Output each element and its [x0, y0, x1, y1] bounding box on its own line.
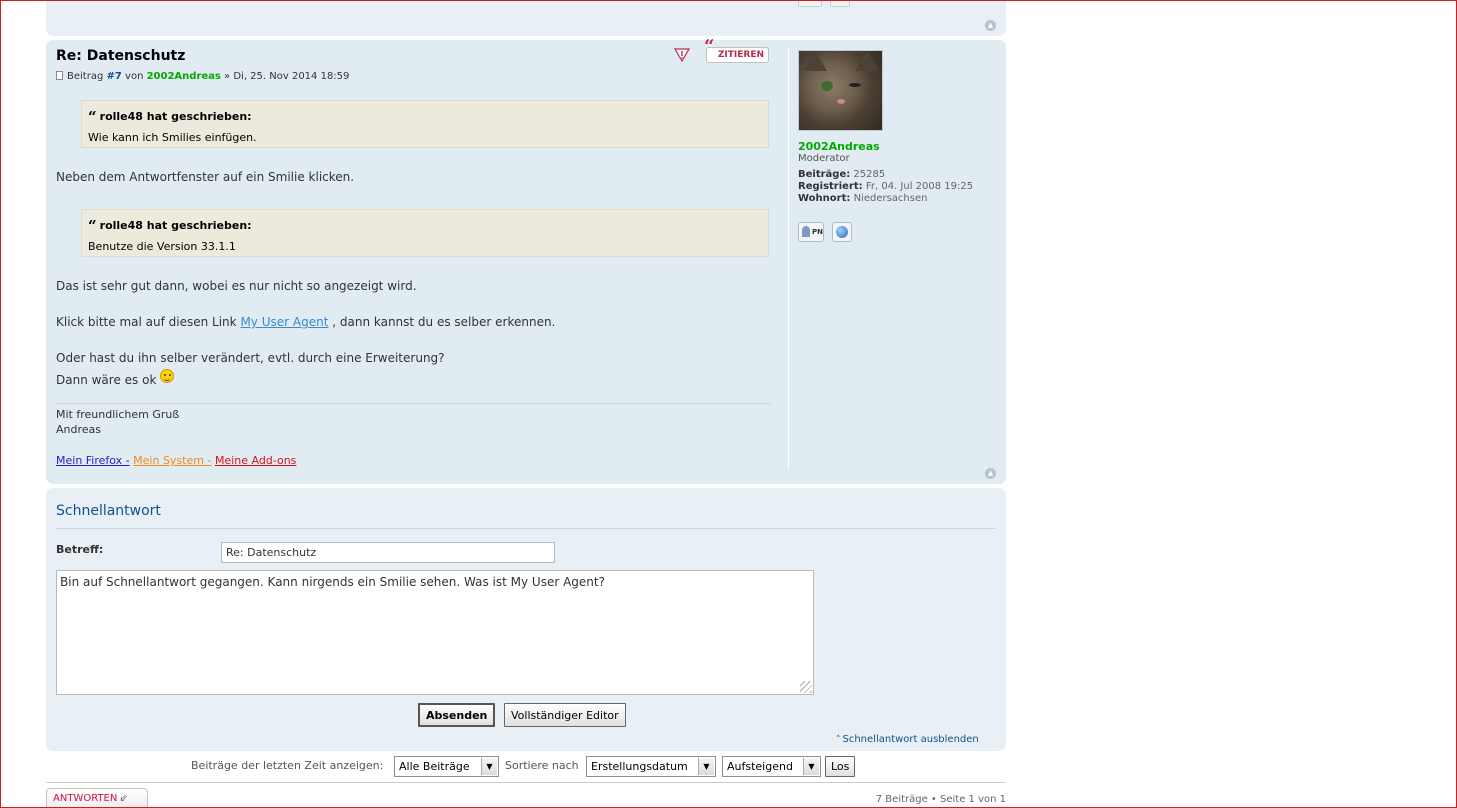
quote-block: “rolle48 hat geschrieben: Wie kann ich S… — [81, 100, 769, 148]
profile-location: Wohnort: Niedersachsen — [798, 193, 927, 204]
link-outro-text: , dann kannst du es selber erkennen. — [332, 315, 556, 329]
post-author-line: Beitrag #7 von 2002Andreas » Di, 25. Nov… — [56, 71, 349, 82]
quick-reply-divider — [56, 528, 996, 529]
chevron-down-icon: ▼ — [481, 758, 497, 775]
pagination-info: 7 Beiträge • Seite 1 von 1 — [875, 794, 1006, 805]
profile-posts-label: Beiträge: — [798, 169, 851, 180]
chevron-down-icon: ▼ — [803, 758, 819, 775]
signature-line: Andreas — [56, 423, 101, 436]
profile-registered-label: Registriert: — [798, 181, 863, 192]
signature-link-firefox[interactable]: Mein Firefox - — [56, 454, 130, 467]
chevron-down-icon: ▼ — [698, 758, 714, 775]
post-action-icon[interactable] — [798, 0, 822, 7]
post-number-link[interactable]: #7 — [107, 71, 122, 82]
sort-bar: Beiträge der letzten Zeit anzeigen: Alle… — [46, 755, 1006, 779]
post-prefix: Beitrag — [67, 71, 104, 82]
profile-username[interactable]: 2002Andreas — [798, 140, 880, 153]
quote-cite: “rolle48 hat geschrieben: — [88, 108, 762, 126]
signature-divider — [56, 403, 771, 404]
go-button[interactable]: Los — [825, 756, 856, 777]
full-editor-button[interactable]: Vollständiger Editor — [504, 703, 626, 727]
private-message-icon[interactable]: PN — [798, 222, 824, 242]
display-days-label: Beiträge der letzten Zeit anzeigen: — [191, 759, 384, 772]
profile-posts-value: 25285 — [853, 169, 886, 180]
link-intro-text: Klick bitte mal auf diesen Link — [56, 315, 237, 329]
reply-button-label: ANTWORTEN — [53, 793, 118, 804]
sort-key-value: Erstellungsdatum — [591, 760, 688, 773]
hide-quick-reply-link[interactable]: ˄ Schnellantwort ausblenden — [836, 734, 979, 745]
back-to-top-icon[interactable]: ▲ — [985, 20, 996, 31]
profile-registered-value: Fr, 04. Jul 2008 19:25 — [865, 181, 974, 192]
submit-button[interactable]: Absenden — [418, 703, 496, 727]
by-label: von — [125, 71, 144, 82]
private-message-label: PN — [812, 228, 823, 236]
quote-button[interactable]: “ ZITIEREN — [704, 38, 769, 63]
signature-link-system[interactable]: Mein System - — [133, 454, 211, 467]
profile-location-value: Niedersachsen — [853, 193, 928, 204]
display-days-select[interactable]: Alle Beiträge ▼ — [394, 756, 499, 777]
quote-mark-icon: “ — [88, 108, 97, 126]
quote-cite-text: rolle48 hat geschrieben: — [99, 110, 252, 123]
resize-grip-icon[interactable] — [800, 681, 812, 693]
author-profile: 2002Andreas Moderator Beiträge: 25285 Re… — [788, 48, 998, 470]
subject-label: Betreff: — [56, 543, 104, 556]
quote-block: “rolle48 hat geschrieben: Benutze die Ve… — [81, 209, 769, 257]
post-paragraph: Oder hast du ihn selber verändert, evtl.… — [56, 351, 445, 365]
message-textarea[interactable]: Bin auf Schnellantwort gegangen. Kann ni… — [56, 570, 814, 695]
signature-links: Mein Firefox - Mein System - Meine Add-o… — [56, 454, 296, 467]
post-line-text: Dann wäre es ok — [56, 373, 157, 387]
user-agent-link[interactable]: My User Agent — [240, 315, 328, 329]
quote-button-label: ZITIEREN — [717, 50, 764, 60]
quote-mark-icon: “ — [88, 217, 97, 235]
post-paragraph: Klick bitte mal auf diesen Link My User … — [56, 315, 555, 329]
wink-smiley-icon — [160, 369, 175, 383]
quick-reply-panel: Schnellantwort Betreff: Bin auf Schnella… — [46, 488, 1006, 751]
profile-registered: Registriert: Fr, 04. Jul 2008 19:25 — [798, 181, 973, 192]
sort-direction-select[interactable]: Aufsteigend ▼ — [722, 756, 821, 777]
reply-arrow-icon: ⇙ — [119, 793, 128, 804]
profile-rank: Moderator — [798, 153, 850, 164]
quote-text: Wie kann ich Smilies einfügen. — [88, 131, 257, 144]
sort-direction-value: Aufsteigend — [727, 760, 793, 773]
author-link[interactable]: 2002Andreas — [147, 71, 221, 82]
bottom-divider — [46, 782, 1006, 783]
display-days-value: Alle Beiträge — [399, 760, 470, 773]
post-paragraph: Neben dem Antwortfenster auf ein Smilie … — [56, 170, 355, 184]
quote-text: Benutze die Version 33.1.1 — [88, 240, 236, 253]
previous-post-panel: ▲ — [46, 0, 1006, 36]
quote-cite-text: rolle48 hat geschrieben: — [99, 219, 252, 232]
report-icon[interactable] — [674, 47, 690, 62]
profile-location-label: Wohnort: — [798, 193, 851, 204]
post-link-icon[interactable] — [56, 71, 63, 80]
chevron-up-icon: ˄ — [836, 735, 841, 745]
sort-by-label: Sortiere nach — [505, 759, 579, 772]
hide-quick-reply-label: Schnellantwort ausblenden — [842, 734, 979, 745]
signature-line: Mit freundlichem Gruß — [56, 408, 180, 421]
reply-button[interactable]: ANTWORTEN ⇙ — [46, 788, 148, 808]
post-paragraph: Das ist sehr gut dann, wobei es nur nich… — [56, 279, 417, 293]
post: Re: Datenschutz “ ZITIEREN Beitrag #7 vo… — [46, 38, 1006, 484]
post-paragraph: Dann wäre es ok — [56, 369, 175, 387]
post-date: » Di, 25. Nov 2014 18:59 — [224, 71, 350, 82]
quote-icon: “ — [704, 36, 715, 57]
post-title: Re: Datenschutz — [56, 48, 186, 64]
sort-key-select[interactable]: Erstellungsdatum ▼ — [586, 756, 716, 777]
quick-reply-title: Schnellantwort — [56, 503, 161, 519]
subject-input[interactable] — [221, 542, 555, 563]
post-action-icon[interactable] — [830, 0, 850, 7]
signature-link-addons[interactable]: Meine Add-ons — [215, 454, 296, 467]
avatar[interactable] — [798, 50, 883, 131]
quote-cite: “rolle48 hat geschrieben: — [88, 217, 762, 235]
website-globe-icon[interactable] — [832, 222, 852, 242]
profile-posts: Beiträge: 25285 — [798, 169, 885, 180]
